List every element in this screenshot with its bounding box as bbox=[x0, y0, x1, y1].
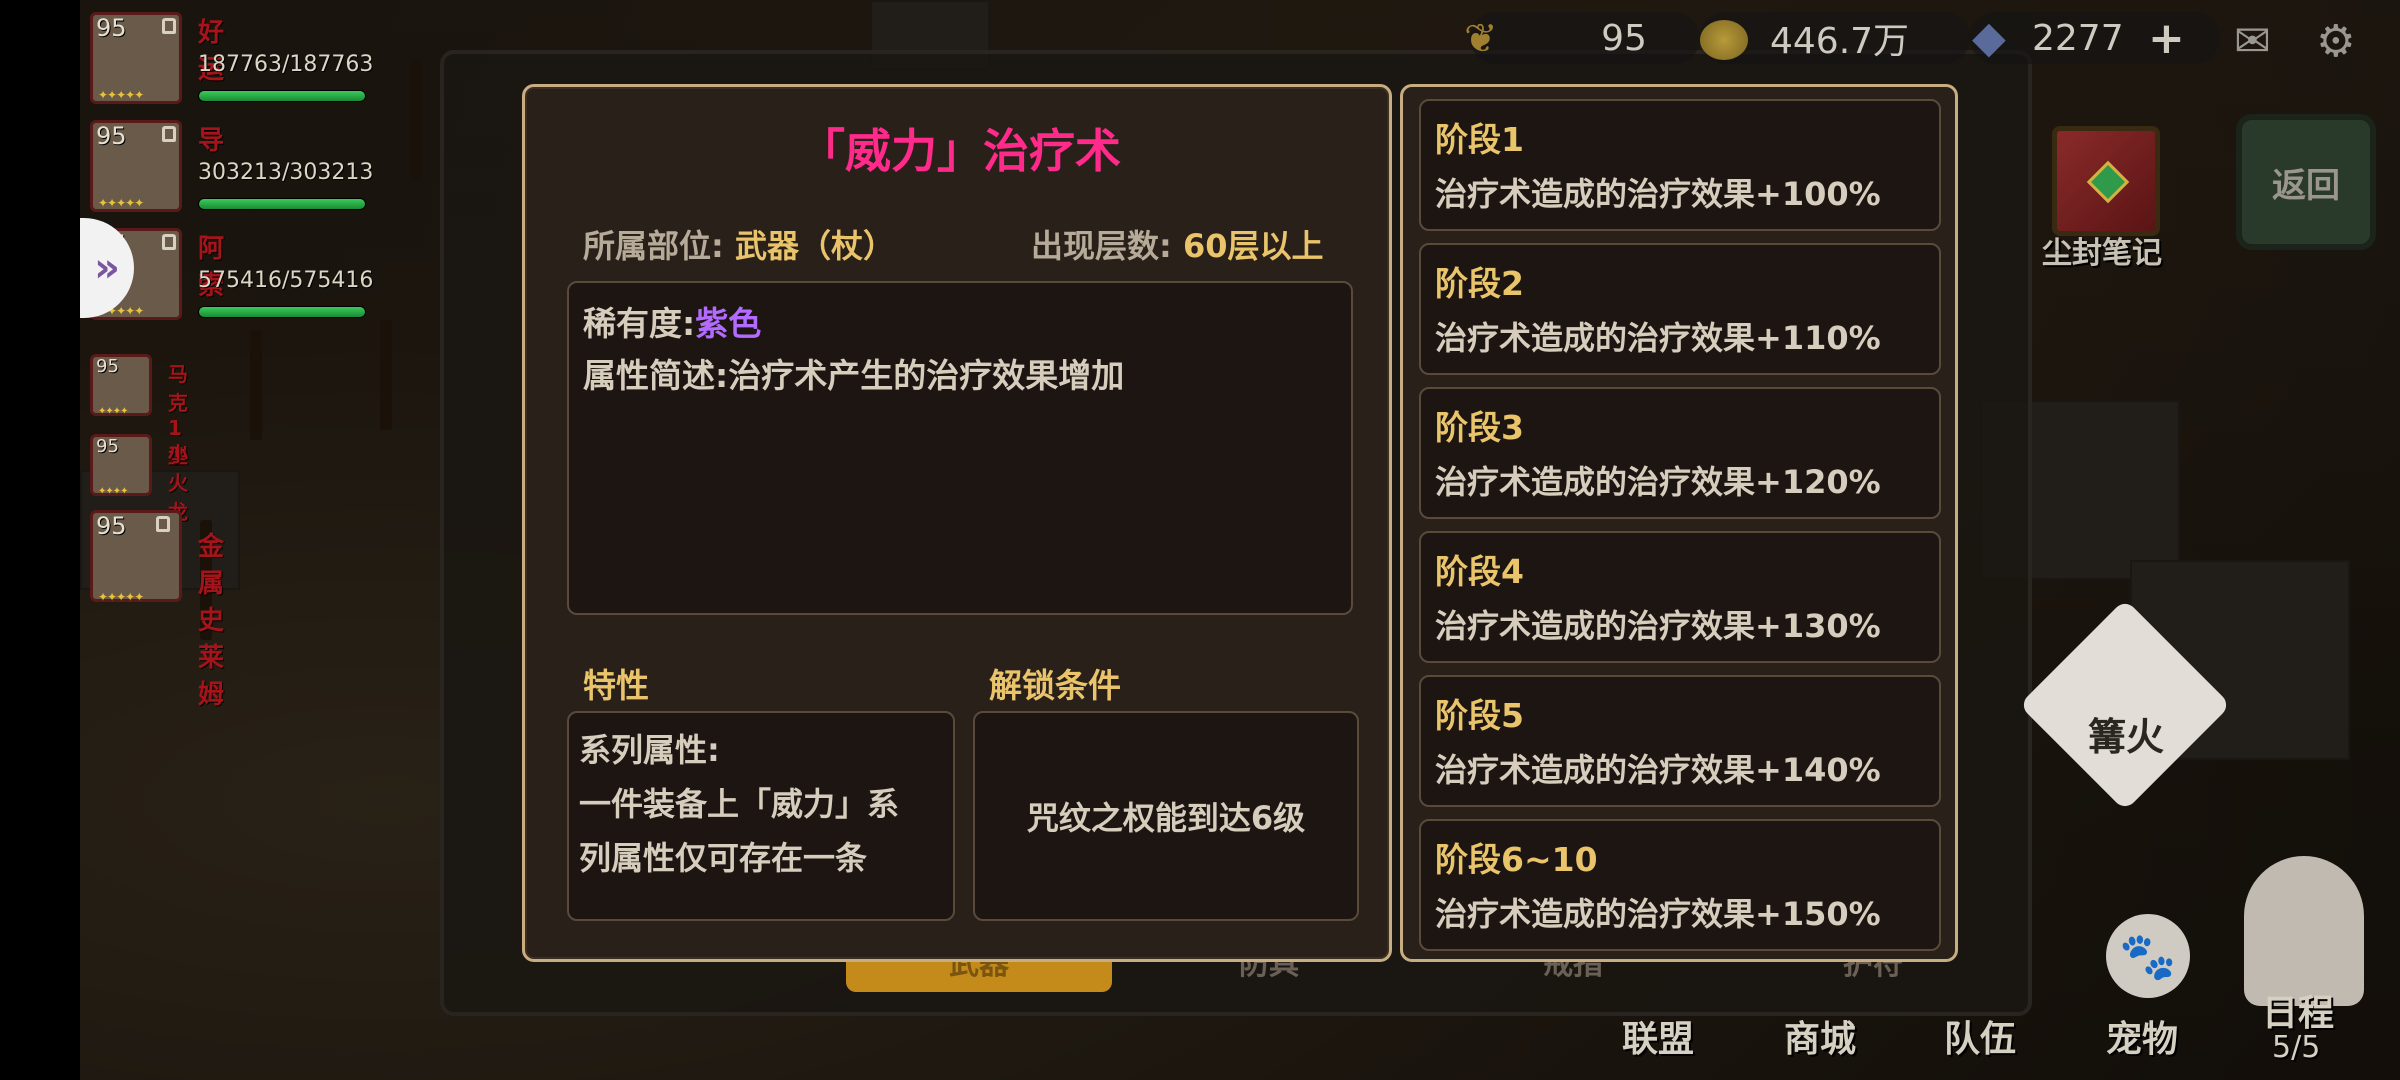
star-rating-icon: ✦✦✦✦ bbox=[98, 486, 128, 497]
party-hp: 575416/575416 bbox=[198, 268, 374, 293]
nav-schedule[interactable]: 日程 bbox=[2262, 984, 2334, 1036]
stage-item: 阶段5 治疗术造成的治疗效果+140% bbox=[1419, 675, 1941, 807]
rarity-label: 稀有度: bbox=[583, 304, 696, 343]
star-rating-icon: ✦✦✦✦✦ bbox=[98, 590, 144, 604]
party-level: 95 bbox=[96, 512, 127, 540]
nav-shop[interactable]: 商城 bbox=[1784, 1010, 1856, 1062]
skill-detail-panel: 「威力」治疗术 所属部位: 武器（杖） 出现层数: 60层以上 稀有度:紫色 属… bbox=[522, 84, 1392, 962]
rarity-row: 稀有度:紫色 bbox=[583, 297, 761, 345]
hp-bar-fill bbox=[199, 91, 365, 101]
lock-icon bbox=[162, 234, 176, 250]
slot-value: 武器（杖） bbox=[734, 227, 895, 265]
stage-effect: 治疗术造成的治疗效果+110% bbox=[1435, 319, 1881, 357]
floor-value: 60层以上 bbox=[1182, 227, 1324, 265]
paw-icon: 🐾 bbox=[2119, 928, 2177, 983]
party-level: 95 bbox=[96, 356, 119, 377]
stage-item: 阶段2 治疗术造成的治疗效果+110% bbox=[1419, 243, 1941, 375]
wheat-icon: ❦ bbox=[1464, 16, 1498, 62]
nav-pet[interactable]: 宠物 bbox=[2106, 1010, 2178, 1062]
gold-resource: 446.7万 bbox=[1700, 12, 1970, 64]
nav-alliance[interactable]: 联盟 bbox=[1622, 1010, 1694, 1062]
unlock-heading: 解锁条件 bbox=[989, 666, 1121, 705]
attribute-label: 属性简述: bbox=[583, 356, 729, 395]
stage-item: 阶段6~10 治疗术造成的治疗效果+150% bbox=[1419, 819, 1941, 951]
dusty-notes-button[interactable] bbox=[2052, 126, 2160, 236]
stage-effect: 治疗术造成的治疗效果+130% bbox=[1435, 607, 1881, 645]
mail-icon[interactable]: ✉ bbox=[2234, 16, 2271, 67]
star-rating-icon: ✦✦✦✦ bbox=[98, 406, 128, 417]
slot-label: 所属部位: bbox=[583, 227, 724, 265]
party-hp: 187763/187763 bbox=[198, 52, 374, 77]
trait-line: 系列属性: bbox=[579, 731, 720, 769]
party-level: 95 bbox=[96, 14, 127, 42]
lock-icon bbox=[162, 126, 176, 142]
stage-name: 阶段3 bbox=[1435, 408, 1524, 447]
attribute-value: 治疗术产生的治疗效果增加 bbox=[728, 356, 1125, 395]
party-hp: 303213/303213 bbox=[198, 160, 374, 185]
description-box: 稀有度:紫色 属性简述:治疗术产生的治疗效果增加 bbox=[567, 281, 1353, 615]
rarity-value: 紫色 bbox=[695, 304, 762, 343]
hp-bar bbox=[198, 198, 366, 210]
diamond-resource: ◆ 2277 + bbox=[1970, 12, 2220, 64]
nav-team[interactable]: 队伍 bbox=[1944, 1010, 2016, 1062]
attribute-summary-row: 属性简述:治疗术产生的治疗效果增加 bbox=[583, 349, 1124, 397]
unlock-box: 咒纹之权能到达6级 bbox=[973, 711, 1359, 921]
hp-bar bbox=[198, 90, 366, 102]
star-rating-icon: ✦✦✦✦✦ bbox=[98, 88, 144, 102]
stage-name: 阶段6~10 bbox=[1435, 840, 1598, 879]
lock-icon bbox=[156, 516, 170, 532]
hp-bar-fill bbox=[199, 307, 365, 317]
lock-icon bbox=[162, 18, 176, 34]
stage-effect: 治疗术造成的治疗效果+100% bbox=[1435, 175, 1881, 213]
stage-name: 阶段4 bbox=[1435, 552, 1524, 591]
stage-item: 阶段3 治疗术造成的治疗效果+120% bbox=[1419, 387, 1941, 519]
unlock-condition: 咒纹之权能到达6级 bbox=[1026, 799, 1306, 837]
stage-name: 阶段5 bbox=[1435, 696, 1524, 735]
trait-line: 一件装备上「威力」系 bbox=[579, 785, 900, 823]
trait-heading: 特性 bbox=[583, 666, 649, 705]
stage-name: 阶段2 bbox=[1435, 264, 1524, 303]
stage-list-panel: 阶段1 治疗术造成的治疗效果+100% 阶段2 治疗术造成的治疗效果+110% … bbox=[1400, 84, 1958, 962]
party-name: 导 bbox=[198, 126, 225, 156]
gold-value: 446.7万 bbox=[1770, 21, 1910, 62]
stage-effect: 治疗术造成的治疗效果+120% bbox=[1435, 463, 1881, 501]
schedule-count: 5/5 bbox=[2272, 1030, 2321, 1065]
wheat-resource: ❦ 95 bbox=[1464, 12, 1700, 64]
stage-name: 阶段1 bbox=[1435, 120, 1524, 159]
stage-item: 阶段1 治疗术造成的治疗效果+100% bbox=[1419, 99, 1941, 231]
diamond-value: 2277 bbox=[2032, 17, 2124, 59]
hp-bar-fill bbox=[199, 199, 365, 209]
stage-effect: 治疗术造成的治疗效果+150% bbox=[1435, 895, 1881, 933]
party-name: 金属史莱姆 bbox=[198, 532, 225, 710]
add-diamond-button[interactable]: + bbox=[2148, 13, 2185, 64]
back-button[interactable]: 返回 bbox=[2236, 114, 2376, 250]
bonfire-label: 篝火 bbox=[2087, 715, 2164, 759]
pet-button[interactable]: 🐾 bbox=[2106, 914, 2190, 998]
party-level: 95 bbox=[96, 436, 119, 457]
trait-box: 系列属性: 一件装备上「威力」系 列属性仅可存在一条 bbox=[567, 711, 955, 921]
skill-title: 「威力」治疗术 bbox=[799, 124, 1121, 178]
slot-row: 所属部位: 武器（杖） bbox=[583, 221, 895, 267]
party-level: 95 bbox=[96, 122, 127, 150]
floor-row: 出现层数: 60层以上 bbox=[1031, 221, 1324, 267]
coin-icon bbox=[1700, 20, 1748, 60]
settings-gear-icon[interactable]: ⚙ bbox=[2316, 16, 2355, 67]
gem-icon bbox=[2086, 160, 2130, 204]
diamond-icon: ◆ bbox=[1972, 12, 2006, 63]
wheat-value: 95 bbox=[1601, 17, 1647, 59]
trait-line: 列属性仅可存在一条 bbox=[579, 839, 868, 877]
floor-label: 出现层数: bbox=[1031, 227, 1172, 265]
stage-effect: 治疗术造成的治疗效果+140% bbox=[1435, 751, 1881, 789]
dusty-notes-label: 尘封笔记 bbox=[2042, 236, 2162, 271]
hp-bar bbox=[198, 306, 366, 318]
stage-item: 阶段4 治疗术造成的治疗效果+130% bbox=[1419, 531, 1941, 663]
star-rating-icon: ✦✦✦✦✦ bbox=[98, 196, 144, 210]
chevron-right-icon: » bbox=[94, 245, 120, 291]
